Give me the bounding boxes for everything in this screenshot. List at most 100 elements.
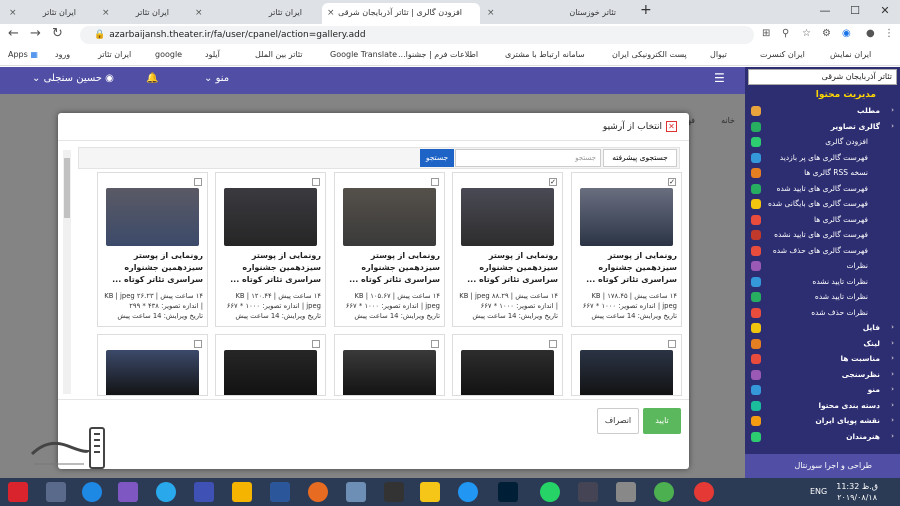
gallery-card[interactable]: ✓ رونمایی از پوستر سیزدهمین جشنواره سراسر… [452, 172, 563, 327]
sidebar-item[interactable]: ‹ گالری تصاویر [745, 119, 900, 135]
advanced-search-button[interactable]: جستجوی پیشرفته [603, 149, 677, 167]
close-tab-icon[interactable]: × [102, 3, 110, 23]
bookmark-item[interactable]: Google Translate [330, 50, 397, 59]
translate-icon[interactable]: ⊞ [762, 28, 770, 39]
gallery-card[interactable] [97, 334, 208, 396]
select-checkbox[interactable]: ✓ [549, 178, 557, 186]
user-menu[interactable]: ⌄ حسین سنجلی ◉ [32, 73, 114, 84]
url-input[interactable]: 🔒 azarbaijansh.theater.ir/fa/user/cpanel/… [80, 26, 754, 44]
gallery-thumbnail[interactable] [224, 188, 317, 246]
gallery-card[interactable]: ✓ رونمایی از پوستر سیزدهمین جشنواره سراسر… [571, 172, 682, 327]
gallery-card[interactable]: رونمایی از پوستر سیزدهمین جشنواره سراسری… [97, 172, 208, 327]
gallery-thumbnail[interactable] [461, 350, 554, 395]
gallery-card[interactable] [452, 334, 563, 396]
close-tab-icon[interactable]: × [327, 3, 335, 23]
sidebar-item[interactable]: ‹ مطلب [745, 103, 900, 119]
app-icon[interactable] [346, 482, 366, 502]
sidebar-item[interactable]: ‹ فایل [745, 320, 900, 336]
bookmark-item[interactable]: اطلاعات فرم | جشنوا... [398, 50, 478, 59]
bookmark-item[interactable]: ورود [55, 50, 70, 59]
bookmark-item[interactable]: ایران کنسرت [760, 50, 805, 59]
select-checkbox[interactable] [194, 340, 202, 348]
select-checkbox[interactable] [431, 340, 439, 348]
sidebar-item[interactable]: ‹ دسته بندی محتوا [745, 398, 900, 414]
browser-tab[interactable]: × ایران تئاتر [4, 3, 94, 24]
close-tab-icon[interactable]: × [487, 3, 495, 23]
extension-icon[interactable]: ◉ [842, 28, 851, 39]
explorer-icon[interactable] [46, 482, 66, 502]
sidebar-item[interactable]: نسخه RSS گالری ها [745, 165, 900, 181]
bookmark-item[interactable]: آیلود [205, 50, 220, 59]
shield-app-icon[interactable] [194, 482, 214, 502]
app-icon[interactable] [384, 482, 404, 502]
sidebar-item[interactable]: نظرات تایید شده [745, 289, 900, 305]
browser-tab[interactable]: × ایران تئاتر [190, 3, 320, 24]
gallery-card[interactable] [334, 334, 445, 396]
sidebar-item[interactable]: ‹ هنرمندان [745, 429, 900, 445]
forward-icon[interactable]: → [30, 26, 41, 41]
cancel-button[interactable]: انصراف [597, 408, 639, 434]
close-tab-icon[interactable]: × [9, 3, 17, 23]
select-checkbox[interactable] [668, 340, 676, 348]
browser-tab[interactable]: × تئاتر خوزستان [482, 3, 634, 24]
new-tab-icon[interactable]: + [640, 2, 652, 18]
modal-close-icon[interactable]: ✕ [666, 121, 677, 132]
maximize-icon[interactable]: ☐ [840, 0, 870, 22]
sidebar-item[interactable]: نظرات حذف شده [745, 305, 900, 321]
browser-tab[interactable]: × ایران تئاتر [97, 3, 187, 24]
zoom-icon[interactable]: ⚲ [782, 28, 789, 39]
site-select[interactable]: تئاتر آذربایجان شرقی [748, 69, 897, 85]
browser-tab-active[interactable]: × افزودن گالری | تئاتر آذربایجان شرقی [322, 3, 480, 24]
sidebar-item[interactable]: فهرست گالری های پر بازدید [745, 150, 900, 166]
sidebar-item[interactable]: نظرات تایید نشده [745, 274, 900, 290]
clock[interactable]: 11:32 ق.ظ ۲۰۱۹/۰۸/۱۸ [836, 481, 878, 503]
app-icon[interactable] [420, 482, 440, 502]
app-icon[interactable] [616, 482, 636, 502]
word-icon[interactable] [270, 482, 290, 502]
back-icon[interactable]: ← [8, 26, 19, 41]
select-checkbox[interactable] [312, 340, 320, 348]
sidebar-item[interactable]: افزودن گالری [745, 134, 900, 150]
vs-icon[interactable] [118, 482, 138, 502]
apps-bookmark[interactable]: ▦ Apps [8, 50, 38, 59]
gallery-card[interactable]: رونمایی از پوستر سیزدهمین جشنواره سراسری… [334, 172, 445, 327]
paint-icon[interactable] [232, 482, 252, 502]
select-checkbox[interactable] [431, 178, 439, 186]
sidebar-item[interactable]: ‹ نقشه پویای ایران [745, 413, 900, 429]
gallery-thumbnail[interactable] [580, 350, 673, 395]
scrollbar[interactable] [63, 150, 71, 394]
profile-icon[interactable]: ● [866, 28, 875, 39]
sidebar-item[interactable]: فهرست گالری های بایگانی شده [745, 196, 900, 212]
chrome-icon[interactable] [654, 482, 674, 502]
close-tab-icon[interactable]: × [195, 3, 203, 23]
bookmark-star-icon[interactable]: ☆ [802, 28, 811, 39]
select-checkbox[interactable] [312, 178, 320, 186]
gallery-card[interactable] [571, 334, 682, 396]
scrollbar-thumb[interactable] [64, 158, 70, 218]
select-checkbox[interactable] [549, 340, 557, 348]
sidebar-item[interactable]: فهرست گالری های تایید نشده [745, 227, 900, 243]
reload-icon[interactable]: ↻ [52, 26, 63, 41]
sync-icon[interactable] [458, 482, 478, 502]
sidebar-item[interactable]: ‹ مناسبت ها [745, 351, 900, 367]
sidebar-item[interactable]: نظرات [745, 258, 900, 274]
opera-icon[interactable] [694, 482, 714, 502]
bookmark-item[interactable]: google [155, 50, 182, 59]
hamburger-icon[interactable]: ☰ [714, 71, 725, 85]
gallery-card[interactable] [215, 334, 326, 396]
sidebar-item[interactable]: ‹ منو [745, 382, 900, 398]
sidebar-item[interactable]: ‹ لینک [745, 336, 900, 352]
whatsapp-icon[interactable] [540, 482, 560, 502]
start-icon[interactable] [8, 482, 28, 502]
wifi-app-icon[interactable] [578, 482, 598, 502]
photoshop-icon[interactable] [498, 482, 518, 502]
sidebar-item[interactable]: فهرست گالری ها [745, 212, 900, 228]
gallery-thumbnail[interactable] [343, 188, 436, 246]
confirm-button[interactable]: تایید [643, 408, 681, 434]
telegram-icon[interactable] [156, 482, 176, 502]
minimize-icon[interactable]: — [810, 0, 840, 22]
search-input[interactable]: جستجو [455, 149, 601, 167]
bookmark-item[interactable]: سامانه ارتباط با مشتری [505, 50, 585, 59]
firefox-icon[interactable] [308, 482, 328, 502]
sidebar-item[interactable]: فهرست گالری های تایید شده [745, 181, 900, 197]
